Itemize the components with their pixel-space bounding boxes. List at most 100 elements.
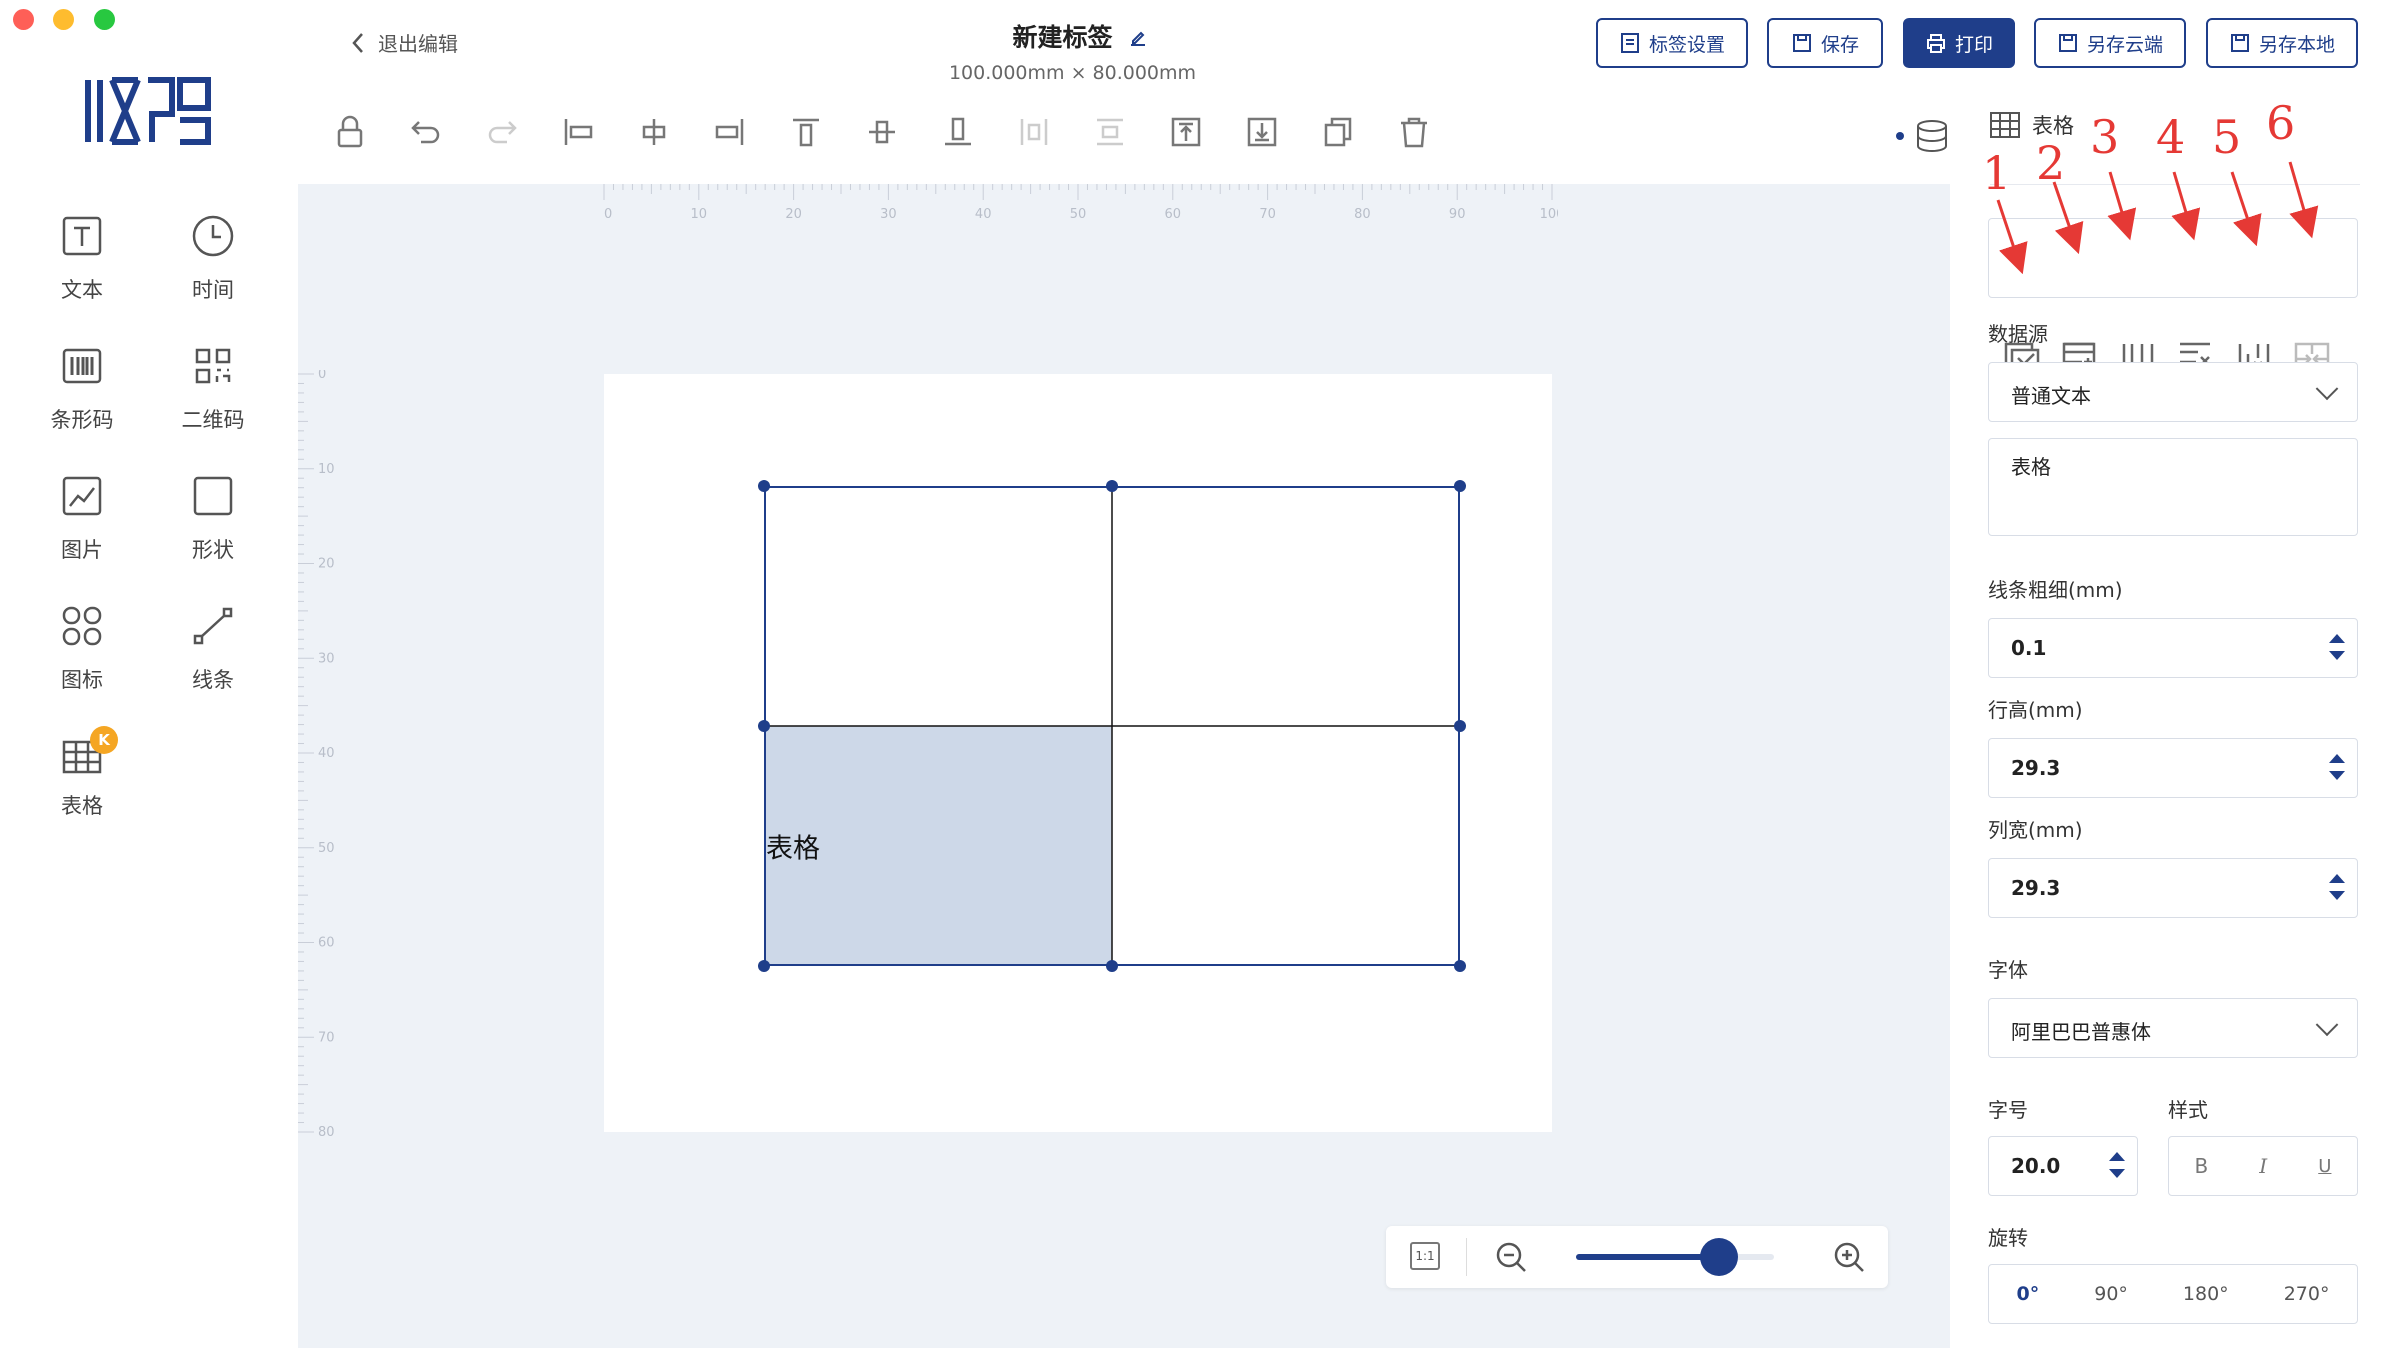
tool-image[interactable]: 图片	[17, 470, 147, 564]
label-canvas[interactable]: 表格	[604, 374, 1552, 1132]
col-width-stepper[interactable]	[2329, 874, 2345, 902]
row-height-label: 行高(mm)	[1988, 698, 2083, 722]
save-label: 保存	[1820, 33, 1859, 56]
resize-handle[interactable]	[758, 720, 770, 732]
tool-label: 图片	[61, 538, 103, 562]
print-button[interactable]: 打印	[1903, 18, 2015, 68]
rotate-90-button[interactable]: 90°	[2094, 1283, 2128, 1305]
save-local-button[interactable]: 另存本地	[2206, 18, 2358, 68]
tool-barcode[interactable]: 条形码	[17, 340, 147, 434]
resize-handle[interactable]	[1454, 960, 1466, 972]
fit-button[interactable]: 1:1	[1410, 1242, 1440, 1270]
row-height-value: 29.3	[2011, 756, 2061, 780]
tool-time[interactable]: 时间	[148, 210, 278, 304]
save-cloud-icon	[2058, 34, 2077, 52]
ruler-label: 90	[1449, 207, 1466, 222]
barcode-icon	[62, 348, 102, 384]
rotate-180-button[interactable]: 180°	[2183, 1283, 2229, 1305]
line-icon	[193, 607, 233, 645]
ruler-label: 70	[318, 1030, 335, 1045]
bold-button[interactable]: B	[2195, 1154, 2209, 1178]
bring-top-button[interactable]	[1162, 108, 1210, 156]
zoom-slider[interactable]	[1576, 1238, 1774, 1276]
font-label: 字体	[1988, 958, 2028, 982]
distribute-vertical-icon	[1097, 118, 1123, 146]
align-vcenter-button[interactable]	[858, 108, 906, 156]
col-width-value: 29.3	[2011, 876, 2061, 900]
chevron-left-icon	[352, 32, 363, 53]
ruler-label: 50	[318, 841, 335, 856]
back-button[interactable]: 退出编辑	[350, 28, 458, 57]
delete-button[interactable]	[1390, 108, 1438, 156]
tool-label: 形状	[192, 538, 234, 562]
style-group: B I U	[2168, 1136, 2358, 1196]
divider	[1466, 1238, 1467, 1276]
undo-button[interactable]	[402, 108, 450, 156]
resize-handle[interactable]	[758, 960, 770, 972]
tool-table[interactable]: K 表格	[17, 726, 147, 820]
row-height-stepper[interactable]	[2329, 754, 2345, 782]
font-size-stepper[interactable]	[2109, 1152, 2125, 1180]
print-label: 打印	[1954, 33, 1993, 56]
ruler-label: 20	[785, 207, 802, 222]
edit-title-icon[interactable]	[1128, 28, 1148, 48]
resize-handle[interactable]	[1106, 480, 1118, 492]
align-top-icon	[793, 118, 819, 147]
font-size-input[interactable]: 20.0	[1988, 1136, 2138, 1196]
zoom-out-icon[interactable]	[1494, 1240, 1528, 1274]
align-bottom-button[interactable]	[934, 108, 982, 156]
back-label: 退出编辑	[378, 32, 458, 56]
row-height-input[interactable]: 29.3	[1988, 738, 2358, 798]
copy-button[interactable]	[1314, 108, 1362, 156]
save-button[interactable]: 保存	[1767, 18, 1883, 68]
font-select[interactable]: 阿里巴巴普惠体	[1988, 998, 2358, 1058]
col-width-input[interactable]: 29.3	[1988, 858, 2358, 918]
table-element[interactable]: 表格	[758, 480, 1466, 972]
content-textarea[interactable]: 表格	[1988, 438, 2358, 536]
settings-doc-icon	[1620, 33, 1639, 53]
horizontal-ruler: 0 10 20 30 40 50 60 70 80 90 100	[603, 184, 1558, 222]
italic-button[interactable]: I	[2259, 1154, 2267, 1178]
lock-button[interactable]	[326, 108, 374, 156]
page-title: 新建标签	[1012, 23, 1113, 52]
tool-text[interactable]: 文本	[17, 210, 147, 304]
zoom-window-button[interactable]	[94, 9, 115, 30]
close-window-button[interactable]	[13, 9, 34, 30]
rotate-270-button[interactable]: 270°	[2284, 1283, 2330, 1305]
resize-handle[interactable]	[758, 480, 770, 492]
undo-icon	[411, 121, 440, 144]
tool-label: 文本	[61, 278, 103, 302]
zoom-in-icon[interactable]	[1832, 1240, 1866, 1274]
datasource-toggle[interactable]	[1894, 116, 1950, 156]
resize-handle[interactable]	[1106, 960, 1118, 972]
rotate-group: 0° 90° 180° 270°	[1988, 1264, 2358, 1324]
zoom-slider-handle[interactable]	[1699, 1238, 1738, 1276]
resize-handle[interactable]	[1454, 720, 1466, 732]
label-settings-button[interactable]: 标签设置	[1596, 18, 1748, 68]
line-width-stepper[interactable]	[2329, 634, 2345, 662]
resize-handle[interactable]	[1454, 480, 1466, 492]
datasource-select[interactable]: 普通文本	[1988, 362, 2358, 422]
distribute-h-button[interactable]	[1010, 108, 1058, 156]
align-hcenter-button[interactable]	[630, 108, 678, 156]
tool-line[interactable]: 线条	[148, 600, 278, 694]
ruler-label: 40	[975, 207, 992, 222]
send-bottom-button[interactable]	[1238, 108, 1286, 156]
annotation-arrows	[1996, 161, 2319, 275]
tool-qrcode[interactable]: 二维码	[148, 340, 278, 434]
save-cloud-button[interactable]: 另存云端	[2034, 18, 2186, 68]
minimize-window-button[interactable]	[53, 9, 74, 30]
underline-button[interactable]: U	[2318, 1156, 2331, 1177]
line-width-input[interactable]: 0.1	[1988, 618, 2358, 678]
align-left-button[interactable]	[554, 108, 602, 156]
rotate-0-button[interactable]: 0°	[2017, 1283, 2040, 1305]
distribute-v-button[interactable]	[1086, 108, 1134, 156]
align-right-button[interactable]	[706, 108, 754, 156]
tool-icons[interactable]: 图标	[17, 600, 147, 694]
redo-button[interactable]	[478, 108, 526, 156]
chevron-down-icon	[2315, 377, 2339, 401]
label-size: 100.000mm × 80.000mm	[948, 62, 1197, 84]
align-top-button[interactable]	[782, 108, 830, 156]
workspace[interactable]: 0 10 20 30 40 50 60 70 80 90 100 0 10 20 30 40 50 60 70 80…	[298, 184, 1950, 1348]
tool-shape[interactable]: 形状	[148, 470, 278, 564]
